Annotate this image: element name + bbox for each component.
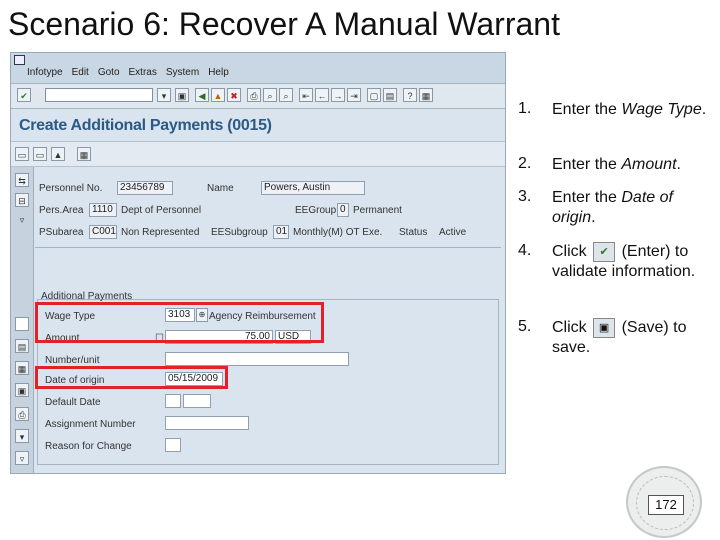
shortcut-icon[interactable]: ▤ [383,88,397,102]
sap-window: Infotype Edit Goto Extras System Help ✔ … [10,52,506,474]
first-page-icon[interactable]: ⇤ [299,88,313,102]
personnel-no-label: Personnel No. [39,183,103,194]
ee-subgroup-text: Monthly(M) OT Exe. [293,227,383,238]
step-text: Enter the [552,156,622,173]
back-icon[interactable]: ◀ [195,88,209,102]
step-text: Click [552,243,587,261]
name-field: Powers, Austin [261,181,365,195]
menu-help[interactable]: Help [208,67,229,78]
step-text: Enter the [552,101,622,118]
step-number: 3. [518,188,532,205]
copy-icon[interactable]: ▭ [33,147,47,161]
save-icon[interactable]: ▣ [175,88,189,102]
create-icon[interactable]: ▭ [15,147,29,161]
reason-for-change-input[interactable] [165,438,181,452]
status-value: Active [439,227,467,238]
expand-arrow-icon[interactable]: ⇆ [15,173,29,187]
wage-type-amount-highlight [35,302,324,343]
ps-subarea-text: Non Represented [121,227,200,238]
reason-for-change-label: Reason for Change [45,441,132,452]
number-unit-input[interactable] [165,352,349,366]
layout-menu-icon[interactable]: ▦ [419,88,433,102]
additional-payments-title: Additional Payments [41,291,133,302]
select-icon[interactable]: ▾ [15,429,29,443]
dropdown-icon[interactable]: ▾ [157,88,171,102]
image-icon[interactable]: ▲ [51,147,65,161]
step-text: Enter the [552,189,622,206]
step-text: . [701,101,707,118]
step-number: 2. [518,155,532,172]
number-unit-label: Number/unit [45,355,100,366]
pers-area-code-field: 1110 [89,203,117,217]
ee-group-text: Permanent [353,205,402,216]
menu-edit[interactable]: Edit [72,67,89,78]
date-of-origin-highlight [35,366,228,389]
ee-subgroup-label: EESubgroup [211,227,268,238]
header-separator [35,247,501,248]
default-date-label: Default Date [45,397,101,408]
step-text: . [676,156,681,173]
personnel-no-field: 23456789 [117,181,173,195]
step-number: 5. [518,318,532,335]
exit-icon[interactable]: ▲ [211,88,225,102]
enter-checkmark-icon: ✔ [593,242,616,262]
next-page-icon[interactable]: → [331,88,345,102]
list-icon[interactable]: ▤ [15,339,29,353]
step-number: 1. [518,100,532,117]
funnel-icon[interactable]: ▿ [15,451,29,465]
ps-subarea-label: PSubarea [39,227,84,238]
new-session-icon[interactable]: ▢ [367,88,381,102]
print-preview-icon[interactable]: ⎙ [15,407,29,421]
page-number: 172 [648,495,684,515]
pers-area-text: Dept of Personnel [121,205,202,216]
filter-icon[interactable]: ⊟ [15,193,29,207]
name-label: Name [207,183,234,194]
default-date-input[interactable] [183,394,211,408]
find-next-icon[interactable]: ⌕ [279,88,293,102]
collapse-arrow-icon[interactable]: ▿ [15,213,29,227]
overview-icon[interactable]: ▣ [15,383,29,397]
slide-title: Scenario 6: Recover A Manual Warrant [8,6,560,42]
screen-title: Create Additional Payments (0015) [19,117,272,134]
step-text: Click [552,319,587,337]
cancel-icon[interactable]: ✖ [227,88,241,102]
system-menu-icon[interactable] [14,55,25,65]
step-emphasis: Amount [621,156,677,173]
assignment-number-label: Assignment Number [45,419,136,430]
command-field[interactable] [45,88,153,102]
grid-icon[interactable]: ▦ [77,147,91,161]
standard-toolbar: ✔ ▾ ▣ ◀ ▲ ✖ ⎙ ⌕ ⌕ ⇤ ← → ⇥ ▢ ▤ ? ▦ [11,84,505,109]
save-floppy-icon: ▣ [593,318,616,338]
help-icon[interactable]: ? [403,88,417,102]
ee-group-label: EEGroup [295,205,337,216]
checkbox-icon[interactable] [15,317,29,331]
ee-subgroup-code-field: 01 [273,225,289,239]
menu-infotype[interactable]: Infotype [27,67,63,78]
pers-area-label: Pers.Area [39,205,84,216]
ps-subarea-code-field: C001 [89,225,117,239]
previous-page-icon[interactable]: ← [315,88,329,102]
menu-goto[interactable]: Goto [98,67,120,78]
default-date-checkbox[interactable] [165,394,181,408]
enter-checkmark-icon[interactable]: ✔ [17,88,31,102]
find-icon[interactable]: ⌕ [263,88,277,102]
menu-bar: Infotype Edit Goto Extras System Help [11,53,505,84]
ee-group-code-field: 0 [337,203,349,217]
application-toolbar: ▭ ▭ ▲ ▦ [11,141,505,167]
step-number: 4. [518,242,532,259]
step-text: . [591,209,596,226]
menu-extras[interactable]: Extras [129,67,157,78]
menu-system[interactable]: System [166,67,199,78]
navigation-column: ⇆ ⊟ ▿ ▤ ▦ ▣ ⎙ ▾ ▿ [11,167,34,473]
step-emphasis: Wage Type [621,101,702,118]
table-icon[interactable]: ▦ [15,361,29,375]
print-icon[interactable]: ⎙ [247,88,261,102]
status-label: Status [399,227,428,238]
assignment-number-input[interactable] [165,416,249,430]
last-page-icon[interactable]: ⇥ [347,88,361,102]
